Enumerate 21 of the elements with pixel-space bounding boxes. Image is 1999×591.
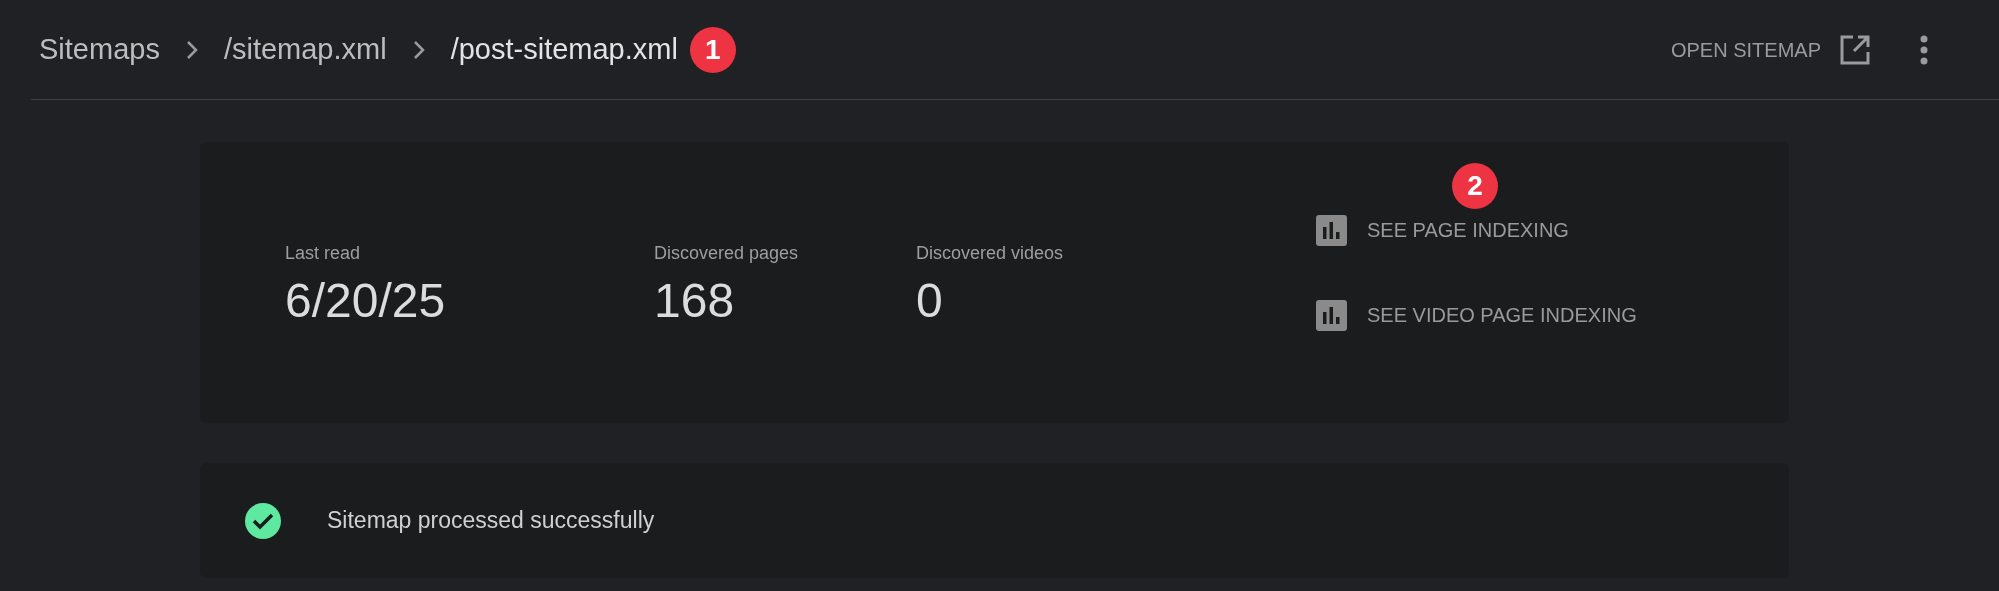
bar-chart-icon [1316, 299, 1347, 331]
stat-value: 0 [916, 277, 944, 325]
stat-label: Discovered videos [916, 242, 1065, 265]
open-external-icon [1839, 33, 1871, 66]
breadcrumb-link[interactable]: /post-sitemap.xml [450, 27, 678, 72]
stat-label: Last read [285, 242, 362, 265]
stat-value: 168 [654, 277, 736, 325]
more-menu-icon[interactable] [1919, 34, 1929, 65]
bar-chart-icon [1316, 214, 1347, 246]
stat-value: 6/20/25 [285, 277, 447, 325]
stat-label: Discovered pages [654, 242, 800, 265]
chevron-right-icon [185, 39, 198, 60]
status-message: Sitemap processed successfully [327, 506, 655, 536]
breadcrumb-link[interactable]: /sitemap.xml [223, 27, 387, 72]
open-sitemap-button[interactable]: OPEN SITEMAP [1670, 33, 1871, 66]
number-badge: 1 [689, 26, 736, 73]
indexing-link[interactable]: SEE VIDEO PAGE INDEXING [1316, 299, 1637, 331]
number-badge: 2 [1452, 162, 1498, 209]
check-circle-icon [245, 502, 281, 539]
chevron-right-icon [412, 39, 425, 60]
breadcrumb-link[interactable]: Sitemaps [39, 27, 160, 72]
